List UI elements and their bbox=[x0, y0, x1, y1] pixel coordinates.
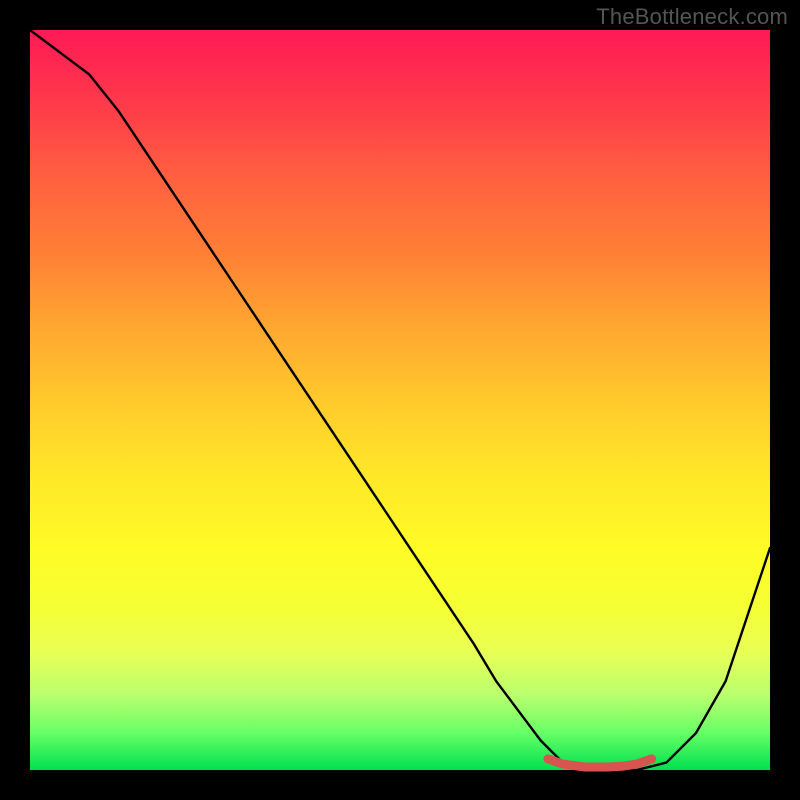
bottleneck-curve bbox=[30, 30, 770, 770]
plot-gradient-area bbox=[30, 30, 770, 770]
watermark-text: TheBottleneck.com bbox=[596, 4, 788, 30]
optimal-zone-marker bbox=[548, 759, 652, 767]
chart-frame: TheBottleneck.com bbox=[0, 0, 800, 800]
chart-svg bbox=[30, 30, 770, 770]
